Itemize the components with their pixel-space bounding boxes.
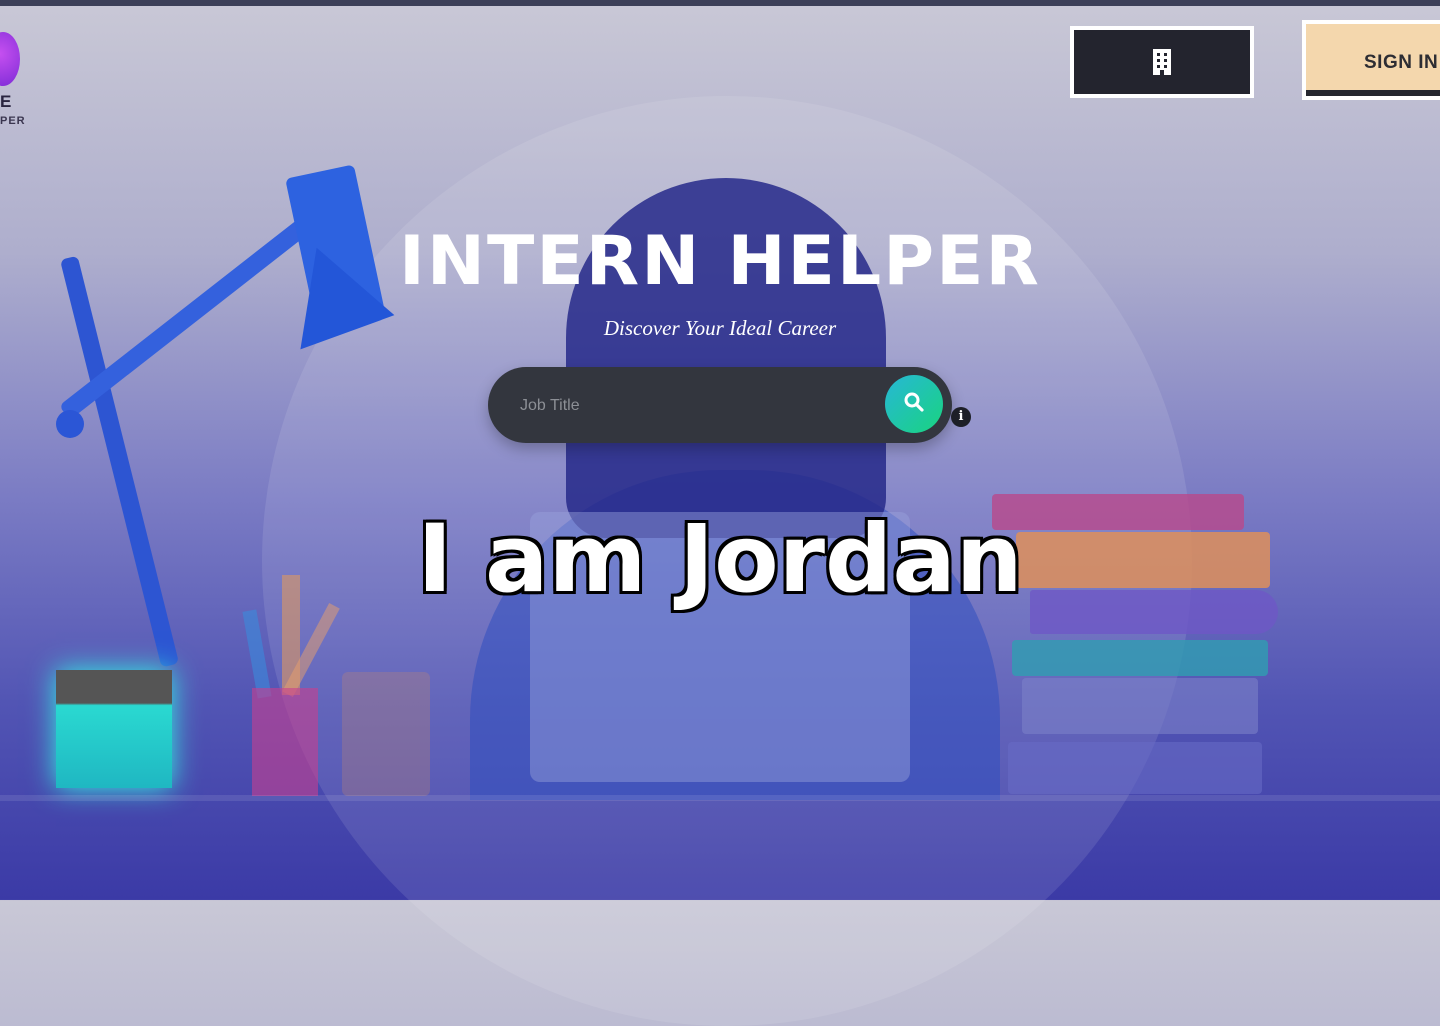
job-search-bar xyxy=(488,367,952,443)
glowing-cube-lamp-base xyxy=(56,670,172,788)
book xyxy=(1012,640,1268,676)
video-caption: I am Jordan xyxy=(417,505,1023,614)
book xyxy=(1022,678,1258,734)
mug xyxy=(342,672,430,796)
search-button[interactable] xyxy=(885,375,943,433)
info-icon[interactable]: i xyxy=(951,407,971,427)
logo-text-line1: E xyxy=(0,92,12,111)
page-subtitle: Discover Your Ideal Career xyxy=(603,316,837,340)
job-title-input[interactable] xyxy=(518,387,872,425)
search-icon xyxy=(903,391,925,418)
book xyxy=(1008,742,1262,794)
pen-cup xyxy=(252,688,318,796)
lamp-joint xyxy=(56,410,84,438)
sign-in-label: SIGN IN xyxy=(1364,52,1439,73)
sign-in-button[interactable]: SIGN IN xyxy=(1302,20,1440,100)
desk-line xyxy=(0,795,1440,801)
logo-mark xyxy=(0,32,20,86)
logo-text-line2: PER xyxy=(0,115,26,127)
page-title: INTERN HELPER xyxy=(399,222,1041,301)
top-bar xyxy=(0,0,1440,6)
company-button[interactable] xyxy=(1070,26,1254,98)
site-logo[interactable] xyxy=(0,32,20,86)
sign-in-underline xyxy=(1306,90,1440,96)
building-icon xyxy=(1151,48,1173,76)
